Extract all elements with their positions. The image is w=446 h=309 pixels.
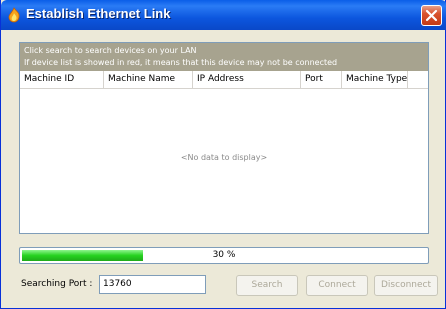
column-machine-id[interactable]: Machine ID xyxy=(20,71,104,88)
close-button[interactable] xyxy=(421,5,442,26)
establish-ethernet-link-dialog: Establish Ethernet Link Click search to … xyxy=(0,0,446,309)
search-progress-bar: 30 % xyxy=(19,247,429,264)
column-port[interactable]: Port xyxy=(301,71,342,88)
column-ip-address[interactable]: IP Address xyxy=(193,71,301,88)
disconnect-button[interactable]: Disconnect xyxy=(374,275,438,296)
window-title: Establish Ethernet Link xyxy=(26,6,171,21)
searching-port-input[interactable]: 13760 xyxy=(99,275,206,294)
search-button[interactable]: Search xyxy=(236,275,298,296)
searching-port-label: Searching Port : xyxy=(21,279,93,289)
empty-table-message: <No data to display> xyxy=(180,153,268,162)
connect-button[interactable]: Connect xyxy=(306,275,368,296)
device-list-panel: Click search to search devices on your L… xyxy=(19,42,429,234)
column-machine-name[interactable]: Machine Name xyxy=(104,71,193,88)
close-icon xyxy=(425,9,438,22)
title-bar[interactable]: Establish Ethernet Link xyxy=(1,0,446,30)
device-table-header: Machine ID Machine Name IP Address Port … xyxy=(20,71,428,89)
search-notice: Click search to search devices on your L… xyxy=(20,43,428,71)
app-flame-icon xyxy=(8,7,20,23)
notice-line-2: If device list is showed in red, it mean… xyxy=(24,58,338,67)
progress-label: 30 % xyxy=(212,250,236,260)
notice-line-1: Click search to search devices on your L… xyxy=(24,46,197,55)
column-machine-type[interactable]: Machine Type xyxy=(342,71,408,88)
